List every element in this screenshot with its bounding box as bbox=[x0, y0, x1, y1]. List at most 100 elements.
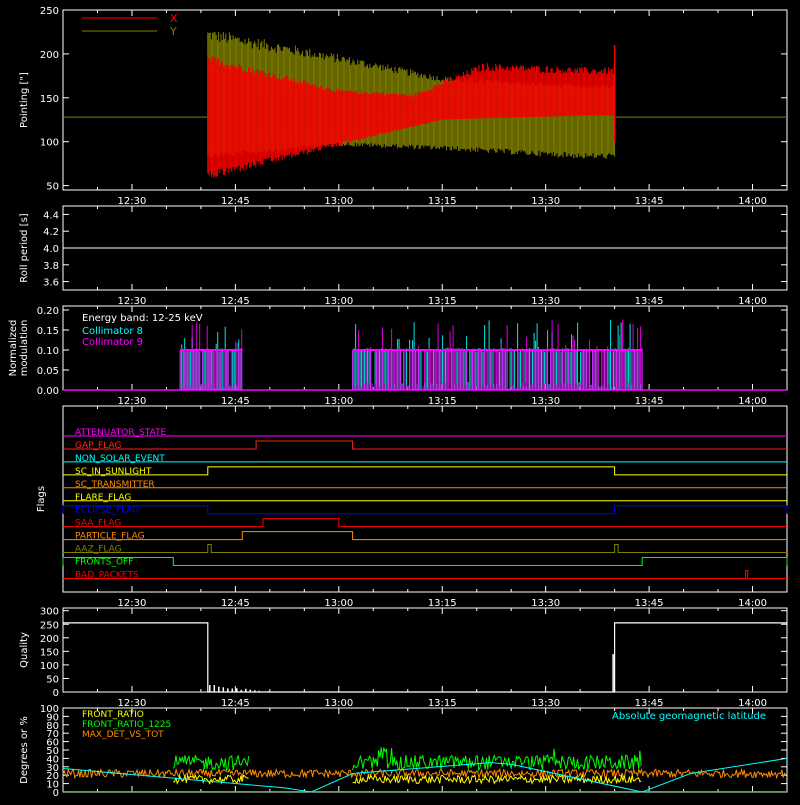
x-tick-label: 13:30 bbox=[531, 698, 560, 709]
x-tick-label: 13:45 bbox=[635, 296, 664, 307]
y-tick-label: 250 bbox=[40, 6, 59, 17]
flag-label-saa-flag: SAA_FLAG bbox=[75, 519, 121, 529]
x-tick-label: 13:00 bbox=[324, 698, 353, 709]
x-tick-label: 14:00 bbox=[738, 196, 767, 207]
geomagnetic-latitude-label: Absolute geomagnetic latitude bbox=[612, 711, 766, 722]
y-axis-label: modulation bbox=[19, 320, 30, 377]
quality-line bbox=[63, 622, 787, 693]
y-tick-label: 200 bbox=[40, 634, 59, 645]
x-tick-label: 14:00 bbox=[738, 698, 767, 709]
x-tick-label: 12:45 bbox=[221, 698, 250, 709]
y-tick-label: 0.05 bbox=[37, 366, 59, 377]
flag-line-aaz-flag bbox=[63, 544, 787, 554]
x-tick-label: 12:45 bbox=[221, 396, 250, 407]
panel-5-frame bbox=[62, 607, 788, 693]
flag-label-gap-flag: GAP_FLAG bbox=[75, 441, 121, 451]
x-tick-label: 12:30 bbox=[118, 296, 147, 307]
x-tick-label: 13:45 bbox=[635, 698, 664, 709]
x-tick-label: 13:00 bbox=[324, 598, 353, 609]
y-tick-label: 0 bbox=[53, 688, 59, 699]
series-max-det-vs-tot bbox=[62, 767, 787, 780]
x-tick-label: 13:15 bbox=[428, 196, 457, 207]
flag-label-sc-in-sunlight: SC_IN_SUNLIGHT bbox=[75, 467, 152, 477]
flag-label-bad-packets: BAD_PACKETS bbox=[75, 570, 139, 580]
y-tick-label: 50 bbox=[46, 674, 59, 685]
y-tick-label: 50 bbox=[46, 182, 59, 193]
x-tick-label: 13:15 bbox=[428, 698, 457, 709]
y-axis-label: Degrees or % bbox=[19, 716, 30, 784]
x-tick-label: 12:30 bbox=[118, 598, 147, 609]
x-tick-label: 13:00 bbox=[324, 196, 353, 207]
y-tick-label: 300 bbox=[40, 607, 59, 618]
flag-line-eclipse-flag bbox=[62, 505, 788, 515]
panel-4-frame bbox=[62, 405, 788, 593]
x-tick-label: 13:45 bbox=[635, 196, 664, 207]
x-tick-label: 13:15 bbox=[428, 396, 457, 407]
y-tick-label: 150 bbox=[40, 94, 59, 105]
chart-svg: 12:30 12:45 13:00 13:15 13:30 13:45 14:00 50 100… bbox=[8, 6, 788, 799]
y-axis-label: Roll period [s] bbox=[19, 213, 30, 282]
x-tick-label: 12:45 bbox=[221, 296, 250, 307]
flag-label-non-solar-event: NON_SOLAR_EVENT bbox=[75, 454, 165, 464]
energy-band-annotation: Energy band: 12-25 keV bbox=[82, 313, 203, 324]
x-tick-label: 12:45 bbox=[221, 598, 250, 609]
flag-label-flare-flag: FLARE_FLAG bbox=[75, 493, 131, 503]
y-tick-label: 4.2 bbox=[43, 227, 59, 238]
x-tick-label: 12:45 bbox=[221, 196, 250, 207]
legend-label-collimator-9: Collimator 9 bbox=[82, 337, 143, 348]
y-tick-label: 0.10 bbox=[37, 346, 59, 357]
series-collimator-9-bars bbox=[352, 319, 643, 390]
x-tick-label: 14:00 bbox=[738, 396, 767, 407]
y-tick-label: 250 bbox=[40, 620, 59, 631]
y-axis-label: Flags bbox=[36, 486, 47, 512]
y-tick-label: 0.15 bbox=[37, 326, 59, 337]
flag-line-gap-flag bbox=[63, 440, 787, 450]
flag-line-saa-flag bbox=[63, 518, 787, 528]
y-tick-label: 0.00 bbox=[37, 386, 59, 397]
flag-label-fronts-off: FRONTS_OFF bbox=[75, 558, 133, 568]
y-axis-label: Quality bbox=[19, 632, 30, 668]
quality-transients bbox=[209, 654, 614, 692]
y-tick-label: 4.4 bbox=[43, 210, 59, 221]
legend-label-front-ratio-1225: FRONT_RATIO_1225 bbox=[82, 720, 171, 730]
series-front-ratio-1225 bbox=[172, 754, 250, 772]
y-tick-label: 100 bbox=[40, 138, 59, 149]
x-tick-label: 13:30 bbox=[531, 396, 560, 407]
flag-line-sc-in-sunlight bbox=[63, 466, 787, 476]
x-tick-label: 14:00 bbox=[738, 296, 767, 307]
y-tick-label: 100 bbox=[40, 661, 59, 672]
x-tick-label: 13:00 bbox=[324, 396, 353, 407]
x-tick-label: 12:30 bbox=[118, 196, 147, 207]
legend-label-y: Y bbox=[169, 25, 177, 38]
series-x-band bbox=[207, 54, 616, 178]
flag-label-sc-transmitter: SC_TRANSMITTER bbox=[75, 480, 155, 490]
y-tick-label: 3.6 bbox=[43, 278, 59, 289]
y-tick-label: 150 bbox=[40, 647, 59, 658]
legend-label-front-ratio: FRONT_RATIO bbox=[82, 710, 144, 720]
x-tick-label: 13:30 bbox=[531, 296, 560, 307]
x-tick-label: 13:30 bbox=[531, 598, 560, 609]
legend-label-x: X bbox=[170, 12, 178, 25]
x-tick-label: 14:00 bbox=[738, 598, 767, 609]
legend-label-collimator-8: Collimator 8 bbox=[82, 326, 143, 337]
series-front-ratio-1225 bbox=[352, 747, 642, 772]
flag-label-eclipse-flag: ECLIPSE_FLAG bbox=[75, 506, 139, 516]
y-tick-label: 200 bbox=[40, 50, 59, 61]
chart-figure: 12:30 12:45 13:00 13:15 13:30 13:45 14:00 50 100… bbox=[0, 0, 800, 800]
flag-label-particle-flag: PARTICLE_FLAG bbox=[75, 532, 145, 542]
flag-label-aaz-flag: AAZ_FLAG bbox=[75, 545, 122, 555]
y-tick-label: 100 bbox=[40, 704, 59, 715]
y-axis-label: Normalized bbox=[8, 320, 19, 377]
x-tick-label: 13:15 bbox=[428, 598, 457, 609]
x-tick-label: 13:00 bbox=[324, 296, 353, 307]
flag-line-bad-packets bbox=[63, 569, 787, 579]
flag-line-particle-flag bbox=[63, 531, 787, 541]
x-tick-label: 13:45 bbox=[635, 598, 664, 609]
x-tick-label: 13:30 bbox=[531, 196, 560, 207]
flag-label-attenuator-state: ATTENUATOR_STATE bbox=[75, 428, 167, 438]
y-tick-label: 0.20 bbox=[37, 306, 59, 317]
y-axis-label: Pointing ["] bbox=[19, 72, 30, 128]
flag-line-fronts-off bbox=[62, 557, 788, 566]
x-tick-label: 13:15 bbox=[428, 296, 457, 307]
y-tick-label: 3.8 bbox=[43, 261, 59, 272]
